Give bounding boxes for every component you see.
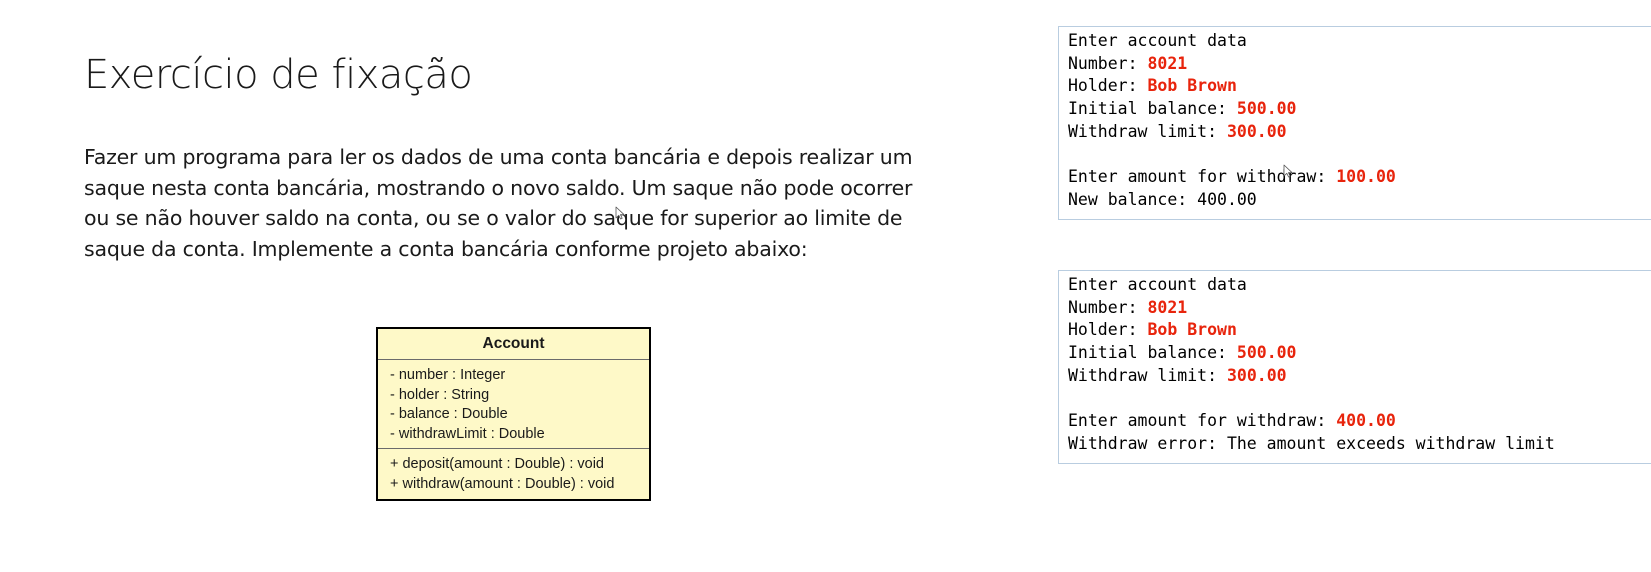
console-input: Bob Brown (1147, 76, 1237, 96)
console-prompt: Enter amount for withdraw: (1068, 167, 1337, 187)
uml-operation: + withdraw(amount : Double) : void (390, 475, 615, 492)
slide-title: Exercício de fixação (84, 52, 473, 98)
console-input: 300.00 (1226, 121, 1287, 141)
console-output-success: Enter account data Number: 8021 Holder: … (1058, 26, 1651, 220)
console-line: New balance: 400.00 (1068, 189, 1651, 212)
console-line: Enter account data (1068, 274, 1651, 297)
console-prompt: Number: (1068, 297, 1148, 317)
console-input: 100.00 (1336, 167, 1396, 187)
console-input: 500.00 (1236, 99, 1297, 119)
console-line: Initial balance: 500.00 (1068, 98, 1651, 121)
uml-attribute: - number : Integer (390, 367, 506, 383)
console-prompt: Withdraw limit: (1068, 365, 1227, 385)
console-input: 300.00 (1226, 365, 1287, 385)
console-line: Withdraw limit: 300.00 (1068, 121, 1651, 144)
uml-attributes: - number : Integer - holder : String - b… (378, 360, 649, 449)
console-prompt: Initial balance: (1068, 343, 1237, 363)
uml-class-diagram: Account - number : Integer - holder : St… (376, 327, 651, 501)
console-line: Number: 8021 (1068, 53, 1651, 76)
console-line: Holder: Bob Brown (1068, 75, 1651, 98)
uml-operation: + deposit(amount : Double) : void (390, 456, 604, 472)
console-line: Number: 8021 (1068, 297, 1651, 320)
console-input: 400.00 (1336, 411, 1396, 431)
description-line: ou se não houver saldo na conta, ou se o… (84, 206, 903, 230)
console-prompt: New balance: 400.00 (1068, 189, 1257, 209)
console-line: Withdraw error: The amount exceeds withd… (1068, 433, 1651, 456)
uml-attribute: - balance : Double (390, 406, 508, 422)
console-prompt: Number: (1068, 53, 1148, 73)
console-line: Holder: Bob Brown (1068, 319, 1651, 342)
console-line: Enter amount for withdraw: 100.00 (1068, 166, 1651, 189)
console-prompt: Enter account data (1068, 275, 1247, 294)
uml-class-name: Account (378, 329, 649, 360)
console-prompt: Withdraw error: The amount exceeds withd… (1068, 433, 1555, 453)
description-line: saque nesta conta bancária, mostrando o … (84, 175, 913, 200)
console-prompt: Holder: (1068, 76, 1148, 96)
console-line: Initial balance: 500.00 (1068, 342, 1651, 365)
console-input: Bob Brown (1147, 320, 1237, 340)
console-prompt: Enter amount for withdraw: (1068, 411, 1337, 431)
console-line: Enter amount for withdraw: 400.00 (1068, 410, 1651, 433)
console-line: Withdraw limit: 300.00 (1068, 365, 1651, 388)
console-line: Enter account data (1068, 30, 1651, 53)
console-output-error: Enter account data Number: 8021 Holder: … (1058, 270, 1651, 464)
description-line: saque da conta. Implemente a conta bancá… (84, 236, 808, 261)
console-prompt: Withdraw limit: (1068, 121, 1227, 141)
console-input: 8021 (1147, 53, 1188, 73)
console-prompt: Enter account data (1068, 31, 1247, 50)
exercise-description: Fazer um programa para ler os dados de u… (84, 142, 934, 264)
console-input: 500.00 (1236, 343, 1297, 363)
description-line: Fazer um programa para ler os dados de u… (84, 145, 913, 169)
uml-attribute: - holder : String (390, 386, 490, 403)
console-prompt: Holder: (1068, 320, 1148, 340)
uml-operations: + deposit(amount : Double) : void + with… (378, 449, 649, 498)
console-input: 8021 (1147, 297, 1188, 317)
console-prompt: Initial balance: (1068, 99, 1237, 119)
uml-attribute: - withdrawLimit : Double (390, 425, 545, 442)
